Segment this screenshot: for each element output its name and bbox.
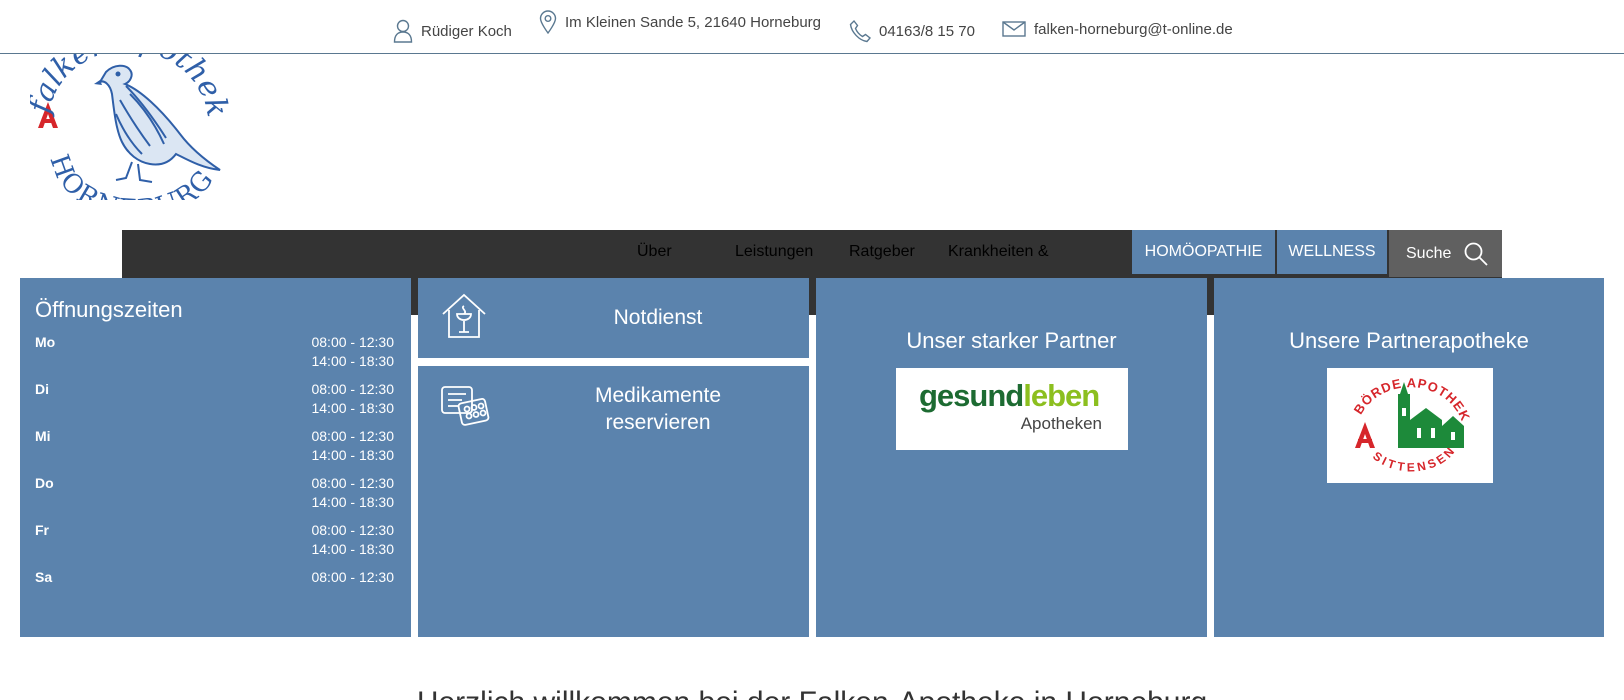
falcon-logo-icon: falken apotheke HORNEBURG	[21, 23, 235, 225]
partner-pharmacy-title: Unsere Partnerapotheke	[1289, 328, 1529, 353]
hours-day: Mi	[35, 428, 51, 444]
prescription-pills-icon	[441, 386, 490, 426]
homoeopathie-button[interactable]: HOMÖOPATHIE	[1132, 230, 1275, 274]
hours-time: 14:00 - 18:30	[311, 447, 394, 463]
gesundleben-logo-text1: gesund	[919, 378, 1024, 413]
contact-phone[interactable]: 04163/8 15 70	[849, 19, 975, 43]
pharmacy-house-icon	[442, 293, 486, 338]
hours-time: 08:00 - 12:30	[311, 428, 394, 444]
hours-row: Fr 08:00 - 12:30 14:00 - 18:30	[35, 521, 394, 559]
medikamente-label-line1: Medikamente	[594, 384, 722, 407]
hours-row: Mo 08:00 - 12:30 14:00 - 18:30	[35, 333, 394, 371]
medikamente-label-line2: reservieren	[605, 411, 711, 434]
hours-time: 08:00 - 12:30	[311, 475, 394, 491]
hours-time: 14:00 - 18:30	[311, 353, 394, 369]
contact-address-text: Im Kleinen Sande 5, 21640 Horneburg	[565, 13, 822, 31]
hours-day: Fr	[35, 522, 49, 538]
hours-day: Mo	[35, 334, 56, 350]
boerde-apotheke-emblem-icon: BÖRDE APOTHEKE SITTENSEN	[1322, 356, 1472, 474]
boerde-apotheke-logo[interactable]: BÖRDE APOTHEKE SITTENSEN	[1322, 356, 1493, 483]
envelope-icon	[1002, 21, 1026, 37]
opening-hours-tile: Öffnungszeiten Mo 08:00 - 12:30 14:00 - 1…	[20, 278, 411, 637]
hours-time: 14:00 - 18:30	[311, 541, 394, 557]
pharmacy-logo[interactable]: falken apotheke HORNEBURG	[21, 23, 235, 225]
notdienst-label: Notdienst	[613, 306, 703, 329]
contact-phone-text: 04163/8 15 70	[879, 22, 975, 40]
hours-time: 08:00 - 12:30	[311, 334, 394, 350]
strong-partner-tile: Unser starker Partner gesundleben Apothe…	[816, 278, 1207, 637]
hours-row: Mi 08:00 - 12:30 14:00 - 18:30	[35, 427, 394, 465]
contact-address: Im Kleinen Sande 5, 21640 Horneburg	[539, 10, 821, 34]
hours-row: Sa 08:00 - 12:30	[35, 568, 394, 587]
contact-email[interactable]: falken-horneburg@t-online.de	[1002, 19, 1233, 39]
nav-item-ueber[interactable]: Über	[637, 243, 672, 261]
hours-row: Di 08:00 - 12:30 14:00 - 18:30	[35, 380, 394, 418]
gesundleben-logo-text2: leben	[1023, 378, 1100, 413]
opening-hours-title: Öffnungszeiten	[35, 297, 183, 322]
contact-name-text: Rüdiger Koch	[421, 22, 512, 40]
nav-item-ratgeber[interactable]: Ratgeber	[849, 243, 915, 261]
hours-day: Do	[35, 475, 54, 491]
nav-item-leistungen[interactable]: Leistungen	[735, 243, 813, 261]
strong-partner-title: Unser starker Partner	[906, 328, 1117, 353]
map-pin-icon	[539, 10, 557, 34]
hours-time: 14:00 - 18:30	[311, 400, 394, 416]
wellness-button[interactable]: WELLNESS	[1277, 230, 1387, 274]
contact-name: Rüdiger Koch	[393, 19, 512, 43]
medikamente-reservieren-tile[interactable]: Medikamente reservieren	[418, 366, 809, 637]
hours-time: 08:00 - 12:30	[311, 522, 394, 538]
hours-day: Di	[35, 381, 49, 397]
hours-row: Do 08:00 - 12:30 14:00 - 18:30	[35, 474, 394, 512]
hours-day: Sa	[35, 569, 53, 585]
hours-time: 08:00 - 12:30	[311, 381, 394, 397]
hours-time: 08:00 - 12:30	[311, 569, 394, 585]
medikamente-reservieren-label: Medikamente reservieren	[558, 382, 758, 436]
hours-time: 14:00 - 18:30	[311, 494, 394, 510]
phone-icon	[849, 19, 871, 43]
notdienst-tile[interactable]: Notdienst	[418, 278, 809, 358]
person-icon	[393, 19, 413, 43]
gesundleben-logo[interactable]: gesundleben Apotheken	[896, 368, 1128, 450]
top-contact-bar: Rüdiger Koch Im Kleinen Sande 5, 21640 H…	[0, 0, 1624, 54]
search-button[interactable]: Suche	[1389, 230, 1502, 277]
partner-pharmacy-tile: Unsere Partnerapotheke BÖRDE APOTHEKE SI…	[1214, 278, 1604, 637]
search-button-label: Suche	[1406, 244, 1452, 262]
search-icon	[1464, 242, 1489, 266]
welcome-heading: Herzlich willkommen bei der Falken-Apoth…	[0, 686, 1624, 700]
nav-item-krankheiten[interactable]: Krankheiten &	[948, 243, 1049, 261]
contact-email-text: falken-horneburg@t-online.de	[1034, 20, 1233, 38]
gesundleben-logo-sub: Apotheken	[1020, 414, 1102, 433]
